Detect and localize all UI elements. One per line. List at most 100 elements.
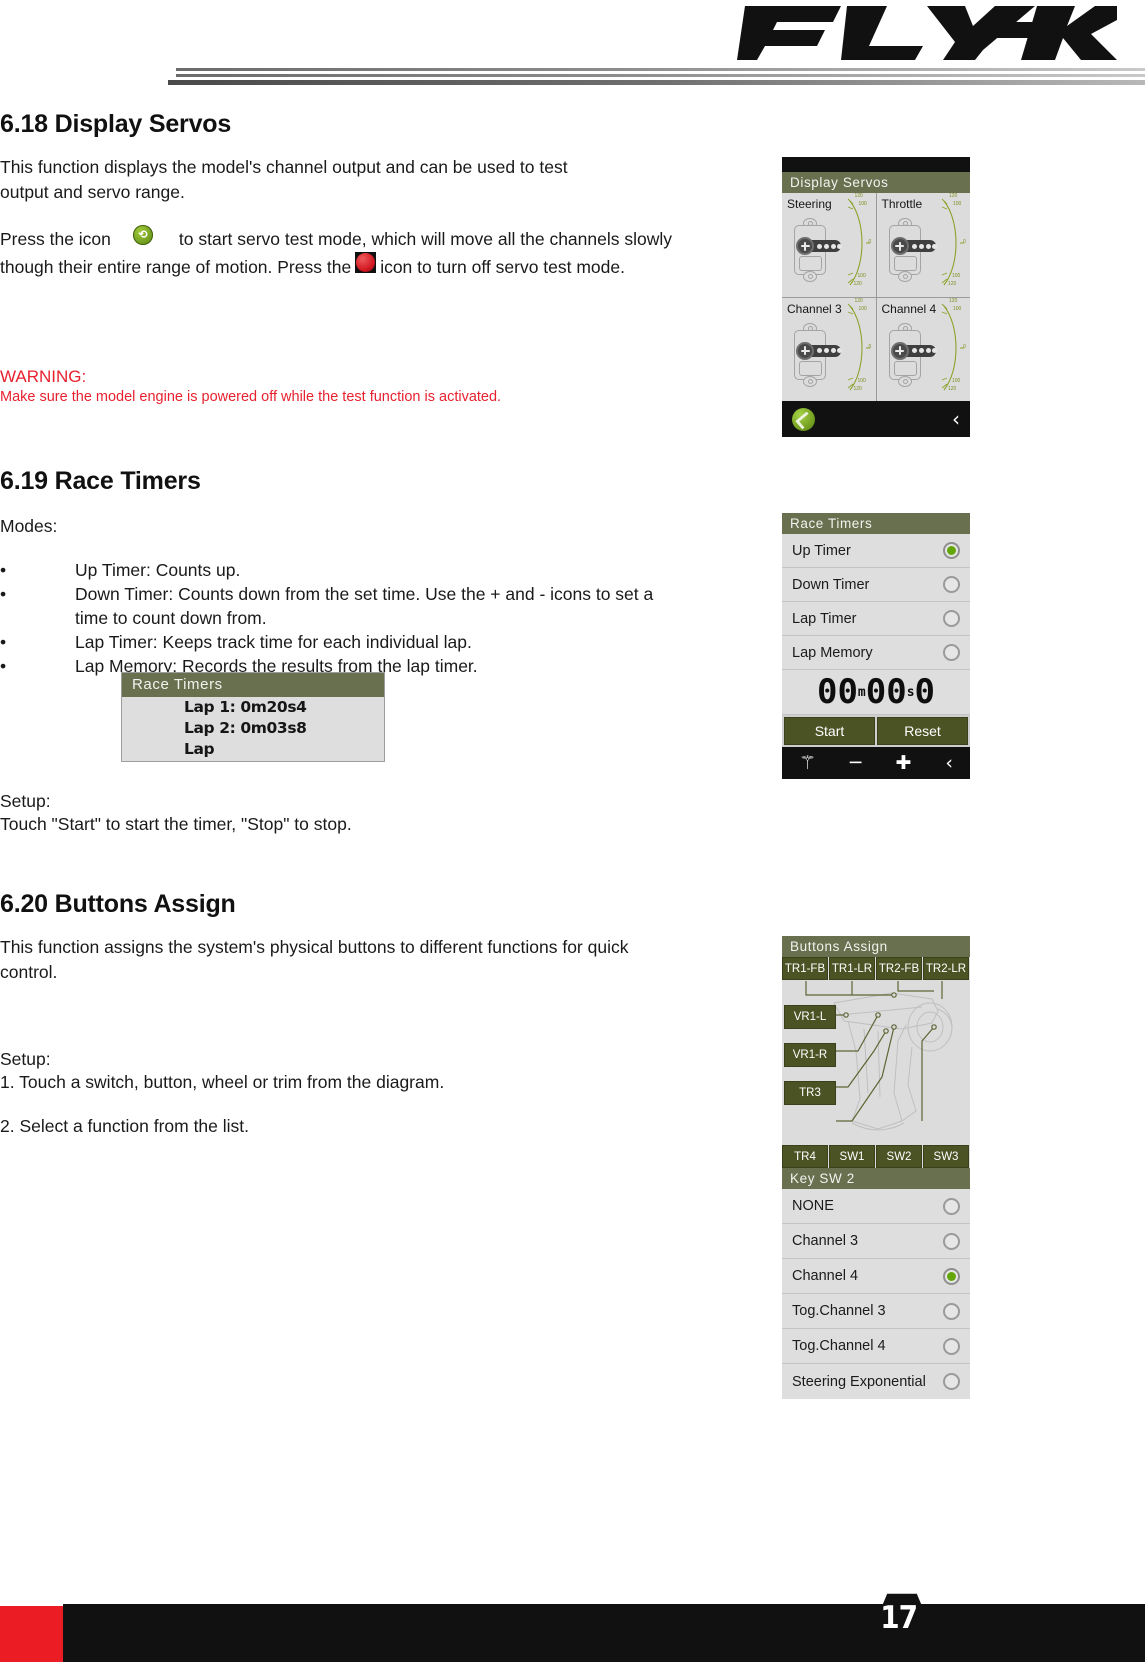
bullet-mark: • <box>0 560 7 580</box>
list-item: • Lap Timer: Keeps track time for each i… <box>0 630 720 654</box>
ds-p1-line1: This function displays the model's chann… <box>0 157 568 177</box>
bullet-mark: • <box>0 632 7 652</box>
key-sw2-option-tog-channel-4[interactable]: Tog.Channel 4 <box>782 1329 970 1364</box>
list-item: time to count down from. <box>0 606 720 630</box>
ba-tag-vr1-r[interactable]: VR1-R <box>784 1043 836 1067</box>
servo-cell-channel-4[interactable]: Channel 4 120 100 0 100 120 <box>876 297 970 401</box>
bullet-text: Up Timer: Counts up. <box>75 560 241 580</box>
radio-icon[interactable] <box>943 644 960 661</box>
race-timer-option-lap[interactable]: Lap Timer <box>782 602 970 636</box>
radio-icon[interactable] <box>943 1197 960 1215</box>
race-timers-title: Race Timers <box>782 513 970 534</box>
lap-icon[interactable]: ⚚ <box>799 753 816 773</box>
option-label: Lap Timer <box>792 610 857 627</box>
lap-list-title: Race Timers <box>122 673 384 697</box>
ds-p2-b: to start servo test mode, which will mov… <box>178 229 673 249</box>
servo-label: Channel 3 <box>787 301 842 316</box>
radio-icon[interactable] <box>943 1373 960 1390</box>
start-button[interactable]: Start <box>784 717 875 745</box>
option-label: Down Timer <box>792 576 870 593</box>
race-timer-option-lap-memory[interactable]: Lap Memory <box>782 636 970 670</box>
ba-tag-vr1-l[interactable]: VR1-L <box>784 1005 836 1029</box>
race-timers-screen: Race Timers Up Timer Down Timer Lap Time… <box>782 513 970 779</box>
footer-bar <box>63 1604 1145 1662</box>
radio-icon[interactable] <box>943 542 960 559</box>
heading-race-timers: 6.19 Race Timers <box>0 467 201 495</box>
servo-label: Throttle <box>881 197 923 211</box>
servo-range-arc <box>847 198 870 286</box>
ba-tag-tr2-fb[interactable]: TR2-FB <box>876 957 922 980</box>
display-servos-title: Display Servos <box>782 172 970 193</box>
ba-p-line1: This function assigns the system's physi… <box>0 937 629 957</box>
servo-cell-throttle[interactable]: Throttle 120 100 0 100 120 <box>876 193 970 297</box>
bullet-mark: • <box>0 584 7 604</box>
back-chevron-icon[interactable]: ‹ <box>945 753 953 773</box>
option-label: Steering Exponential <box>792 1373 926 1390</box>
option-label: Tog.Channel 3 <box>792 1303 886 1319</box>
ba-tag-tr1-lr[interactable]: TR1-LR <box>829 957 875 980</box>
timer-buttons: Start Reset <box>782 715 970 747</box>
servo-test-start-icon: ⟲ <box>132 225 153 245</box>
page-header <box>0 0 1145 95</box>
radio-icon[interactable] <box>943 1337 960 1355</box>
ba-tag-sw1[interactable]: SW1 <box>829 1145 875 1168</box>
race-timers-modes-list: • Up Timer: Counts up. • Down Timer: Cou… <box>0 558 720 678</box>
ba-tag-tr1-fb[interactable]: TR1-FB <box>782 957 828 980</box>
key-sw2-title: Key SW 2 <box>782 1168 970 1189</box>
bullet-text: time to count down from. <box>75 608 267 628</box>
header-rules <box>168 68 1145 88</box>
servo-graphic <box>790 322 842 388</box>
race-timer-option-up[interactable]: Up Timer <box>782 534 970 568</box>
ba-tag-tr4[interactable]: TR4 <box>782 1145 828 1168</box>
race-timers-toolbar: ⚚ ─ ✚ ‹ <box>782 747 970 779</box>
servo-test-start-icon[interactable] <box>792 407 815 431</box>
display-servos-toolbar: ‹ <box>782 401 970 437</box>
reset-button[interactable]: Reset <box>877 717 968 745</box>
plus-icon[interactable]: ✚ <box>895 753 911 773</box>
ba-tag-sw3[interactable]: SW3 <box>923 1145 969 1168</box>
option-label: Channel 3 <box>792 1233 859 1249</box>
radio-icon[interactable] <box>943 1267 960 1285</box>
option-label: Channel 4 <box>792 1268 859 1284</box>
radio-icon[interactable] <box>943 1302 960 1320</box>
ds-p2-a: Press the icon <box>0 229 111 249</box>
ba-tag-tr2-lr[interactable]: TR2-LR <box>923 957 969 980</box>
list-item: • Down Timer: Counts down from the set t… <box>0 582 720 606</box>
race-timers-modes-label: Modes: <box>0 516 58 536</box>
radio-icon[interactable] <box>943 1232 960 1250</box>
race-timer-option-down[interactable]: Down Timer <box>782 568 970 602</box>
heading-display-servos: 6.18 Display Servos <box>0 110 232 138</box>
timer-display: 00 m 00 s 0 <box>782 670 970 715</box>
servo-cell-channel-3[interactable]: Channel 3 120 100 0 100 120 <box>782 297 876 401</box>
ds-p1-line2: output and servo range. <box>0 182 185 202</box>
bullet-mark: • <box>0 656 7 676</box>
radio-icon[interactable] <box>943 576 960 593</box>
key-sw2-option-channel-4[interactable]: Channel 4 <box>782 1259 970 1294</box>
key-sw2-option-none[interactable]: NONE <box>782 1189 970 1224</box>
radio-icon[interactable] <box>943 610 960 627</box>
page-number: 17 <box>880 1600 918 1636</box>
ds-p2-c: though their entire range of motion. Pre… <box>0 257 352 277</box>
back-chevron-icon[interactable]: ‹ <box>952 409 960 429</box>
minus-icon[interactable]: ─ <box>850 753 861 773</box>
key-sw2-screen: Key SW 2 NONE Channel 3 Channel 4 Tog.Ch… <box>782 1168 970 1399</box>
key-sw2-option-tog-channel-3[interactable]: Tog.Channel 3 <box>782 1294 970 1329</box>
option-label: Up Timer <box>792 542 851 559</box>
list-item: • Up Timer: Counts up. <box>0 558 720 582</box>
key-sw2-option-steering-exponential[interactable]: Steering Exponential <box>782 1364 970 1399</box>
ba-tag-tr3[interactable]: TR3 <box>784 1081 836 1105</box>
servo-cell-steering[interactable]: Steering 120 100 0 100 120 <box>782 193 876 297</box>
lcd-tenths: 0 <box>914 672 936 712</box>
ba-tag-sw2[interactable]: SW2 <box>876 1145 922 1168</box>
servo-graphic <box>885 217 937 283</box>
servo-grid: Steering 120 100 0 100 120 Throttle 120 … <box>782 193 970 401</box>
buttons-assign-step-2: 2. Select a function from the list. <box>0 1116 250 1136</box>
buttons-assign-setup-label: Setup: <box>0 1049 51 1069</box>
key-sw2-option-channel-3[interactable]: Channel 3 <box>782 1224 970 1259</box>
buttons-assign-paragraph: This function assigns the system's physi… <box>0 935 760 985</box>
display-servos-paragraph-2: Press the icon ⟲ to start servo test mod… <box>0 225 770 280</box>
lcd-seconds-unit: s <box>906 684 915 700</box>
buttons-assign-diagram: TR1-FB TR1-LR TR2-FB TR2-LR VR1-L VR1-R … <box>782 957 970 1168</box>
ds-p2-d: icon to turn off servo test mode. <box>380 257 625 277</box>
servo-label: Steering <box>787 197 832 211</box>
